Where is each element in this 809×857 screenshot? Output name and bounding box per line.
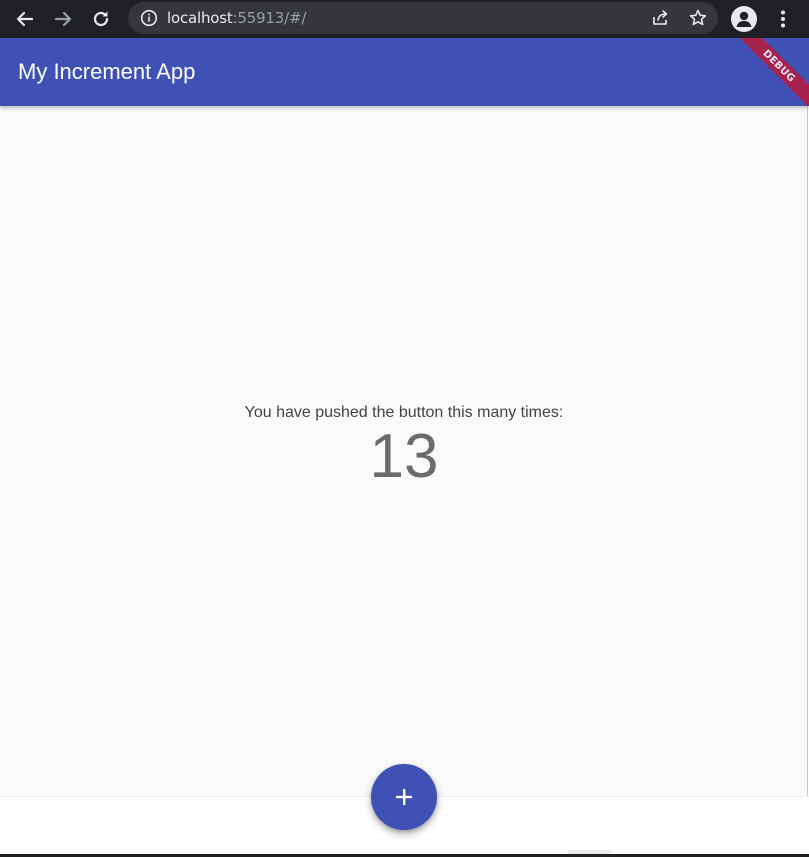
debug-banner: DEBUG [709,38,809,106]
app-title: My Increment App [18,59,196,84]
counter-value: 13 [369,422,439,491]
bookmark-button[interactable] [686,6,710,30]
reload-button[interactable] [86,4,116,34]
info-icon[interactable] [140,9,158,27]
debug-ribbon: DEBUG [730,38,809,106]
star-icon [689,9,707,26]
address-bar[interactable]: localhost:55913/#/ [128,2,718,34]
url-host: localhost [167,9,233,27]
app-bar: My Increment App DEBUG [0,38,809,106]
counter-block: You have pushed the button this many tim… [0,404,808,488]
arrow-right-icon [54,11,72,27]
increment-button[interactable] [371,764,437,830]
back-button[interactable] [10,4,40,34]
browser-toolbar: localhost:55913/#/ [0,0,809,38]
share-button[interactable] [648,6,672,30]
arrow-left-icon [16,11,34,27]
url-text: localhost:55913/#/ [167,9,306,27]
profile-button[interactable] [731,6,757,32]
debug-label: DEBUG [760,47,798,85]
more-vertical-icon [781,10,785,28]
reload-icon [93,11,109,27]
counter-label: You have pushed the button this many tim… [244,404,564,421]
url-path: :55913/#/ [232,9,307,27]
browser-menu-button[interactable] [770,6,796,32]
main-content: You have pushed the button this many tim… [0,106,808,796]
forward-button[interactable] [48,4,78,34]
add-icon [396,789,412,805]
share-icon [653,10,668,25]
person-icon [736,11,752,27]
